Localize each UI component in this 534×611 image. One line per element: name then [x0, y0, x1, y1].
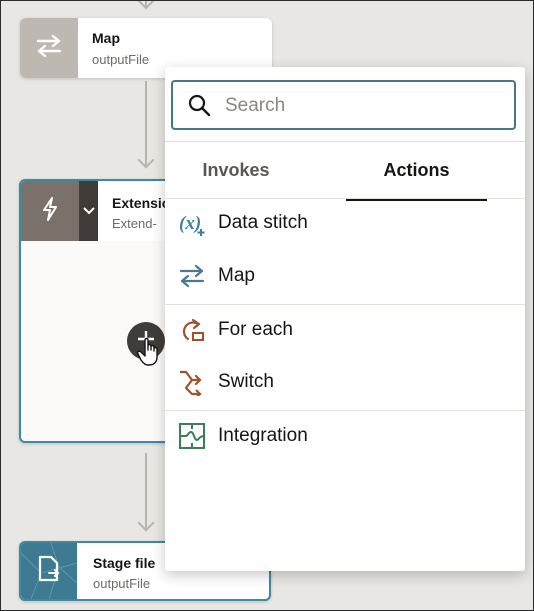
chevron-down-icon — [82, 202, 95, 220]
menu-item-label: Data stitch — [218, 212, 308, 233]
map-node-subtitle: outputFile — [92, 52, 150, 67]
connector-extension-to-stage-arrowhead — [137, 514, 155, 532]
for-each-icon — [178, 316, 206, 344]
search-input[interactable] — [223, 92, 497, 120]
stage-file-node-subtitle: outputFile — [93, 576, 151, 591]
extension-node-title: Extensio — [112, 195, 171, 211]
tab-bar: Invokes Actions — [165, 141, 525, 201]
connector-top-arrowhead — [137, 1, 155, 10]
svg-text:(x): (x) — [179, 213, 201, 234]
extension-node-icon-tile — [21, 181, 79, 241]
menu-item-for-each[interactable]: For each — [165, 304, 525, 356]
menu-item-integration[interactable]: Integration — [165, 410, 525, 462]
search-field[interactable] — [171, 80, 516, 130]
add-action-popover: Invokes Actions (x) Data stitch — [165, 67, 525, 571]
menu-item-data-stitch[interactable]: (x) Data stitch — [165, 197, 525, 249]
map-node-icon-tile — [20, 18, 78, 78]
menu-item-label: Integration — [218, 425, 308, 446]
lightning-icon — [41, 196, 59, 226]
extension-collapse-toggle[interactable] — [79, 181, 98, 241]
search-icon — [187, 93, 211, 122]
data-stitch-icon: (x) — [178, 209, 206, 237]
map-icon — [178, 262, 206, 290]
stage-file-node-title: Stage file — [93, 555, 156, 571]
extension-node-subtitle: Extend- — [112, 216, 157, 231]
menu-item-map[interactable]: Map — [165, 250, 525, 302]
map-arrows-icon — [35, 34, 63, 62]
map-node-title: Map — [92, 30, 120, 46]
stage-file-icon-tile — [21, 543, 77, 599]
connector-map-to-extension-arrowhead — [137, 151, 155, 169]
tab-invokes-label: Invokes — [202, 159, 270, 180]
switch-icon — [178, 368, 206, 396]
tab-actions[interactable]: Actions — [346, 142, 487, 201]
hand-cursor-icon — [137, 337, 163, 372]
file-stage-icon — [37, 555, 61, 588]
menu-item-switch[interactable]: Switch — [165, 356, 525, 408]
menu-item-label: For each — [218, 319, 293, 340]
menu-item-label: Map — [218, 265, 255, 286]
integration-canvas: Map outputFile Extensio Extend- Stage fi… — [0, 0, 534, 611]
menu-item-label: Switch — [218, 371, 274, 392]
tab-invokes[interactable]: Invokes — [165, 142, 307, 198]
tab-actions-label: Actions — [383, 159, 450, 180]
integration-icon — [178, 422, 206, 450]
